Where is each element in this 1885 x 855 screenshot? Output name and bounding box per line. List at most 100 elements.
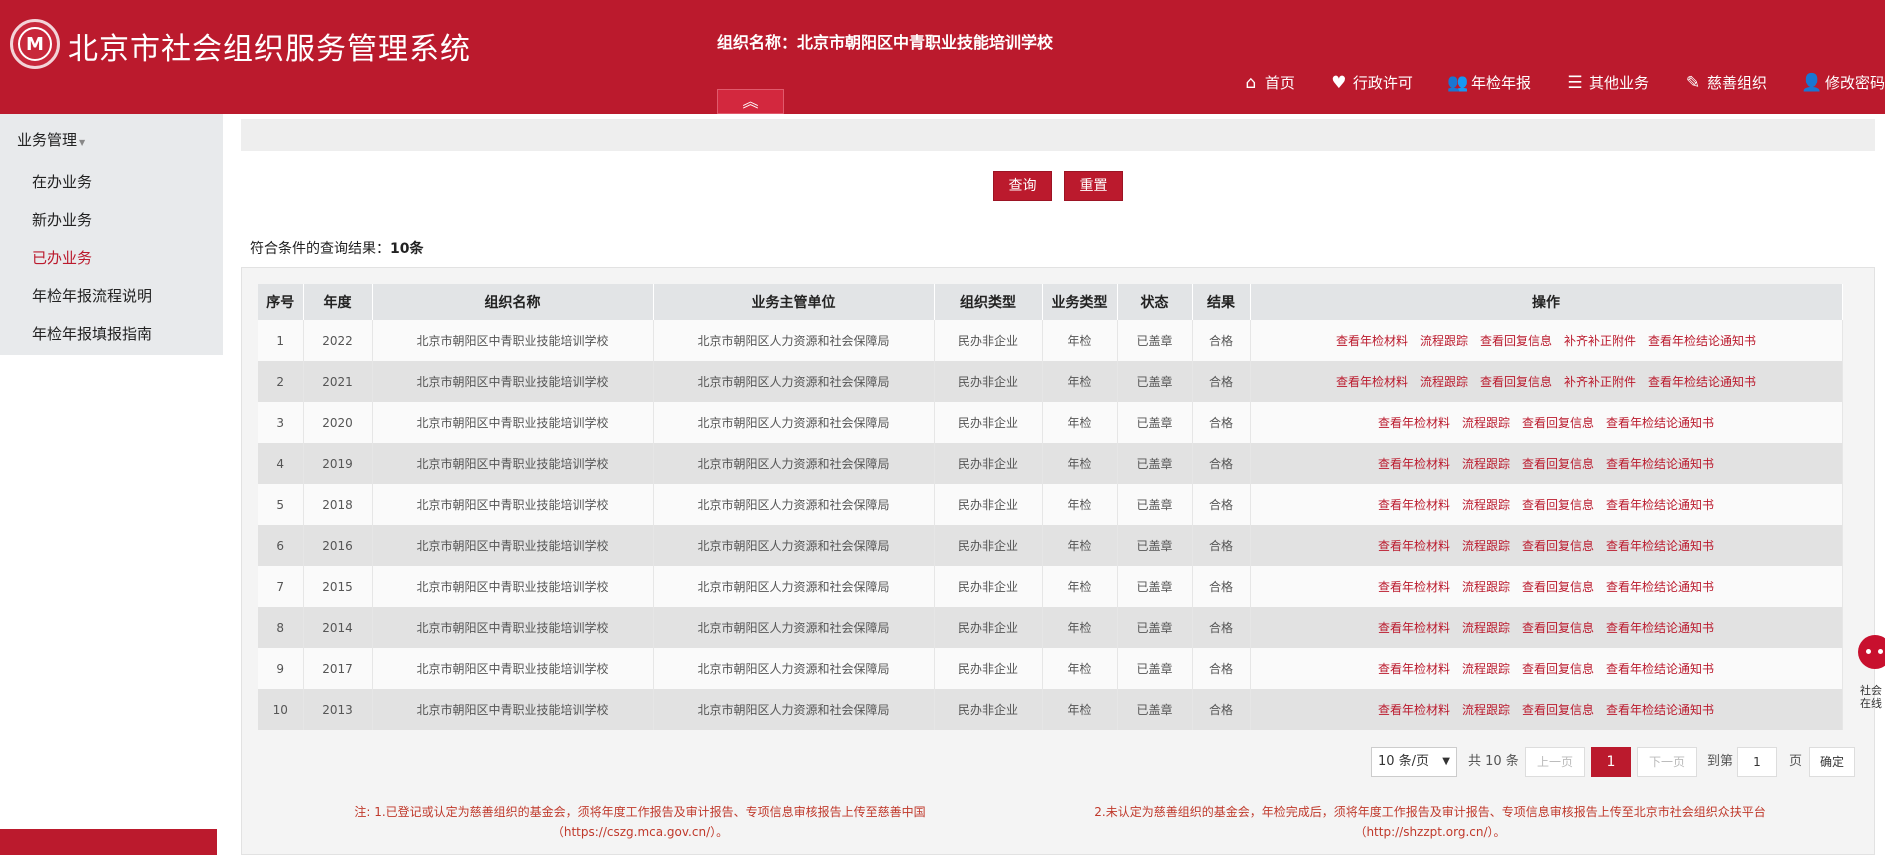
- prev-page-button[interactable]: 上一页: [1525, 747, 1585, 777]
- op-link[interactable]: 查看回复信息: [1522, 539, 1594, 553]
- cell-ops: 查看年检材料 流程跟踪 查看回复信息 查看年检结论通知书: [1250, 689, 1843, 730]
- op-link[interactable]: 流程跟踪: [1462, 539, 1510, 553]
- sidebar-item-4[interactable]: 年检年报填报指南: [32, 323, 152, 344]
- op-link[interactable]: 查看年检结论通知书: [1606, 457, 1714, 471]
- nav-item-0[interactable]: ⌂ 首页: [1241, 72, 1295, 93]
- op-link[interactable]: 补齐补正附件: [1564, 375, 1636, 389]
- next-page-button[interactable]: 下一页: [1637, 747, 1697, 777]
- result-count: 符合条件的查询结果：10条: [250, 241, 424, 257]
- goto-page-input[interactable]: 1: [1737, 747, 1777, 777]
- reset-button[interactable]: 重置: [1064, 171, 1123, 201]
- chevron-down-icon: ▼: [1442, 756, 1450, 767]
- op-link[interactable]: 查看回复信息: [1522, 662, 1594, 676]
- goto-confirm-button[interactable]: 确定: [1809, 747, 1855, 777]
- op-link[interactable]: 查看年检材料: [1336, 375, 1408, 389]
- op-link[interactable]: 查看回复信息: [1522, 580, 1594, 594]
- query-button[interactable]: 查询: [993, 171, 1052, 201]
- sidebar-item-2[interactable]: 已办业务: [32, 247, 92, 268]
- cell-biz: 年检: [1042, 689, 1118, 730]
- cell-year: 2016: [303, 525, 373, 566]
- sidebar-item-3[interactable]: 年检年报流程说明: [32, 285, 152, 306]
- op-link[interactable]: 查看回复信息: [1522, 703, 1594, 717]
- op-link[interactable]: 查看年检材料: [1378, 703, 1450, 717]
- nav-item-1[interactable]: ♥ 行政许可: [1329, 72, 1413, 93]
- online-assistant-widget[interactable]: 社会 在线: [1856, 630, 1885, 710]
- op-link[interactable]: 查看回复信息: [1522, 416, 1594, 430]
- op-link[interactable]: 查看年检结论通知书: [1606, 498, 1714, 512]
- op-link[interactable]: 查看年检材料: [1336, 334, 1408, 348]
- nav-item-4[interactable]: ✎ 慈善组织: [1683, 72, 1767, 93]
- sidebar-item-1[interactable]: 新办业务: [32, 209, 92, 230]
- op-link[interactable]: 流程跟踪: [1462, 457, 1510, 471]
- cell-year: 2020: [303, 402, 373, 443]
- table-header-row: 序号 年度 组织名称 业务主管单位 组织类型 业务类型 状态 结果 操作: [258, 284, 1843, 320]
- cell-org: 北京市朝阳区中青职业技能培训学校: [372, 607, 654, 648]
- cell-status: 已盖章: [1117, 566, 1193, 607]
- cell-result: 合格: [1192, 525, 1251, 566]
- op-link[interactable]: 查看回复信息: [1480, 334, 1552, 348]
- column-header: 年度: [303, 284, 373, 320]
- nav-item-2[interactable]: 👥 年检年报: [1447, 72, 1531, 93]
- cell-biz: 年检: [1042, 361, 1118, 402]
- op-link[interactable]: 查看年检结论通知书: [1606, 580, 1714, 594]
- op-link[interactable]: 补齐补正附件: [1564, 334, 1636, 348]
- cell-status: 已盖章: [1117, 484, 1193, 525]
- sidebar: 业务管理 ▼ 在办业务新办业务已办业务年检年报流程说明 年检年报填报指南: [0, 114, 223, 355]
- op-link[interactable]: 查看年检材料: [1378, 539, 1450, 553]
- op-link[interactable]: 查看回复信息: [1480, 375, 1552, 389]
- op-link[interactable]: 查看年检结论通知书: [1606, 662, 1714, 676]
- cell-biz: 年检: [1042, 484, 1118, 525]
- page-size-select[interactable]: 10 条/页 ▼: [1371, 747, 1457, 777]
- op-link[interactable]: 查看回复信息: [1522, 621, 1594, 635]
- cell-biz: 年检: [1042, 525, 1118, 566]
- op-link[interactable]: 查看年检材料: [1378, 621, 1450, 635]
- op-link[interactable]: 流程跟踪: [1462, 498, 1510, 512]
- op-link[interactable]: 流程跟踪: [1462, 703, 1510, 717]
- cell-no: 6: [258, 525, 304, 566]
- sidebar-footer-bar: [0, 829, 217, 855]
- op-link[interactable]: 流程跟踪: [1462, 416, 1510, 430]
- cell-type: 民办非企业: [934, 607, 1043, 648]
- nav-item-5[interactable]: 👤 修改密码: [1801, 72, 1885, 93]
- op-link[interactable]: 流程跟踪: [1462, 662, 1510, 676]
- cell-org: 北京市朝阳区中青职业技能培训学校: [372, 566, 654, 607]
- op-link[interactable]: 查看回复信息: [1522, 498, 1594, 512]
- nav-item-3[interactable]: ☰ 其他业务: [1565, 72, 1649, 93]
- op-link[interactable]: 查看年检材料: [1378, 416, 1450, 430]
- sidebar-item-0[interactable]: 在办业务: [32, 171, 92, 192]
- op-link[interactable]: 流程跟踪: [1462, 580, 1510, 594]
- op-link[interactable]: 查看年检结论通知书: [1606, 621, 1714, 635]
- cell-result: 合格: [1192, 402, 1251, 443]
- cell-ops: 查看年检材料 流程跟踪 查看回复信息 查看年检结论通知书: [1250, 402, 1843, 443]
- op-link[interactable]: 查看年检材料: [1378, 662, 1450, 676]
- cell-no: 1: [258, 320, 304, 361]
- op-link[interactable]: 流程跟踪: [1420, 334, 1468, 348]
- cell-ops: 查看年检材料 流程跟踪 查看回复信息 查看年检结论通知书: [1250, 607, 1843, 648]
- op-link[interactable]: 查看年检结论通知书: [1606, 539, 1714, 553]
- cell-result: 合格: [1192, 484, 1251, 525]
- cell-biz: 年检: [1042, 402, 1118, 443]
- page-1-button[interactable]: 1: [1591, 747, 1631, 777]
- op-link[interactable]: 查看年检结论通知书: [1606, 416, 1714, 430]
- cell-year: 2018: [303, 484, 373, 525]
- op-link[interactable]: 查看年检结论通知书: [1606, 703, 1714, 717]
- op-link[interactable]: 流程跟踪: [1462, 621, 1510, 635]
- cell-dept: 北京市朝阳区人力资源和社会保障局: [653, 320, 935, 361]
- op-link[interactable]: 流程跟踪: [1420, 375, 1468, 389]
- op-link[interactable]: 查看年检材料: [1378, 498, 1450, 512]
- cell-type: 民办非企业: [934, 443, 1043, 484]
- op-link[interactable]: 查看年检材料: [1378, 580, 1450, 594]
- table-row: 5 2018 北京市朝阳区中青职业技能培训学校 北京市朝阳区人力资源和社会保障局 民办非…: [258, 484, 1843, 525]
- op-link[interactable]: 查看年检材料: [1378, 457, 1450, 471]
- collapse-header-button[interactable]: ︽: [717, 89, 784, 114]
- sidebar-heading[interactable]: 业务管理 ▼: [17, 129, 85, 150]
- op-link[interactable]: 查看年检结论通知书: [1648, 334, 1756, 348]
- table-row: 9 2017 北京市朝阳区中青职业技能培训学校 北京市朝阳区人力资源和社会保障局 民办非…: [258, 648, 1843, 689]
- cell-org: 北京市朝阳区中青职业技能培训学校: [372, 402, 654, 443]
- app-header: M 北京市社会组织服务管理系统 组织名称：北京市朝阳区中青职业技能培训学校 ︽ …: [0, 0, 1885, 114]
- op-link[interactable]: 查看回复信息: [1522, 457, 1594, 471]
- cell-ops: 查看年检材料 流程跟踪 查看回复信息 补齐补正附件 查看年检结论通知书: [1250, 320, 1843, 361]
- heart-icon: ♥: [1331, 72, 1347, 93]
- op-link[interactable]: 查看年检结论通知书: [1648, 375, 1756, 389]
- column-header: 业务主管单位: [653, 284, 935, 320]
